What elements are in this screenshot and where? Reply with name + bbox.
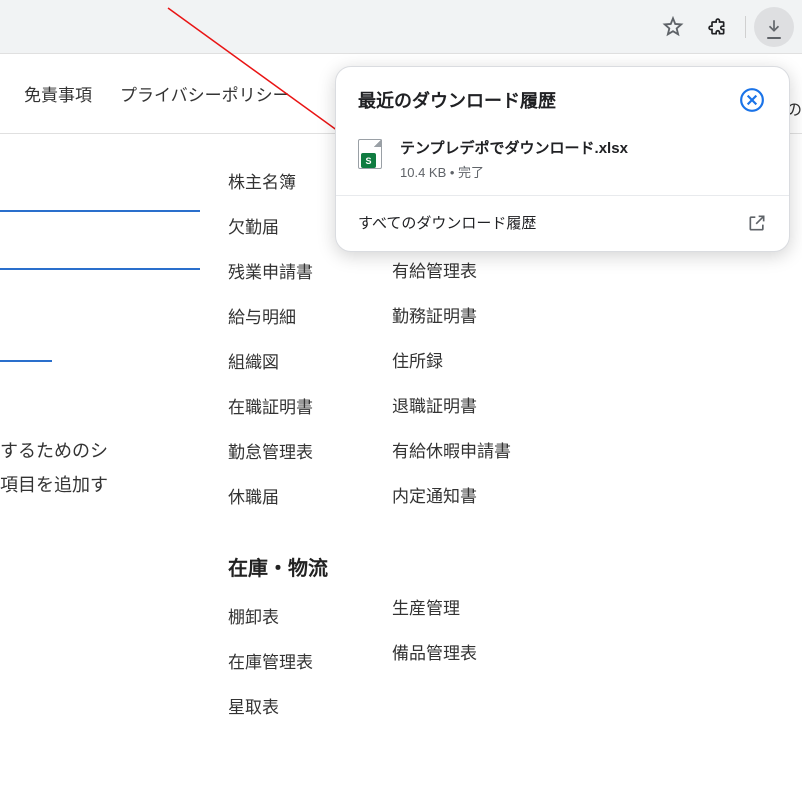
open-external-icon[interactable] [747,213,767,233]
left-fragment-column: するためのシ 項目を追加す [0,158,200,728]
link-paid-leave-request[interactable]: 有給休暇申請書 [392,427,511,472]
link-inventory-mgmt[interactable]: 在庫管理表 [228,638,328,683]
downloads-popup: 最近のダウンロード履歴 S テンプレデポでダウンロード.xlsx 10.4 KB… [335,66,790,252]
link-absence-report[interactable]: 欠勤届 [228,203,328,248]
downloads-popup-header: 最近のダウンロード履歴 [336,67,789,121]
link-employment-cert[interactable]: 在職証明書 [228,383,328,428]
link-shareholder-list[interactable]: 株主名簿 [228,158,328,203]
browser-toolbar [0,0,802,54]
download-size: 10.4 KB [400,165,446,180]
puzzle-icon [707,17,727,37]
link-equipment-mgmt[interactable]: 備品管理表 [392,629,511,674]
link-org-chart[interactable]: 組織図 [228,338,328,383]
link-hoshitori[interactable]: 星取表 [228,683,328,728]
link-offer-letter[interactable]: 内定通知書 [392,472,511,517]
link-stocktake[interactable]: 棚卸表 [228,593,328,638]
truncated-body-text: するためのシ 項目を追加す [0,434,200,502]
link-resignation-cert[interactable]: 退職証明書 [392,382,511,427]
link-attendance-sheet[interactable]: 勤怠管理表 [228,428,328,473]
downloads-popup-title: 最近のダウンロード履歴 [358,87,556,113]
fragment-line-2: 項目を追加す [0,468,200,502]
address-bar[interactable] [0,9,649,45]
fragment-line-1: するためのシ [0,434,200,468]
link-column-a: 株主名簿 欠勤届 残業申請書 給与明細 組織図 在職証明書 勤怠管理表 休職届 … [228,158,328,728]
xlsx-file-icon: S [358,139,384,171]
download-sep: • [446,165,458,180]
extensions-button[interactable] [697,7,737,47]
download-item[interactable]: S テンプレデポでダウンロード.xlsx 10.4 KB • 完了 [336,121,789,196]
link-overtime-request[interactable]: 残業申請書 [228,248,328,293]
nav-privacy-policy[interactable]: プライバシーポリシー [120,81,290,106]
download-item-body: テンプレデポでダウンロード.xlsx 10.4 KB • 完了 [400,137,767,181]
nav-disclaimer[interactable]: 免責事項 [24,81,92,106]
close-icon [739,87,765,113]
section-heading-inventory: 在庫・物流 [228,552,328,581]
link-paid-leave-sheet[interactable]: 有給管理表 [392,247,511,292]
downloads-footer[interactable]: すべてのダウンロード履歴 [336,196,789,251]
downloads-button[interactable] [754,7,794,47]
link-leave-request[interactable]: 休職届 [228,473,328,518]
toolbar-separator [745,16,746,38]
download-status: 完了 [458,165,484,180]
divider-blue-3 [0,360,52,362]
downloads-history-link[interactable]: すべてのダウンロード履歴 [358,212,536,233]
star-icon [662,16,684,38]
bookmark-star-button[interactable] [653,7,693,47]
download-icon [765,18,783,36]
download-filename: テンプレデポでダウンロード.xlsx [400,137,767,158]
download-meta: 10.4 KB • 完了 [400,162,767,181]
link-payslip[interactable]: 給与明細 [228,293,328,338]
downloads-close-button[interactable] [737,85,767,115]
link-address-book[interactable]: 住所録 [392,337,511,382]
link-work-cert[interactable]: 勤務証明書 [392,292,511,337]
link-production-mgmt[interactable]: 生産管理 [392,584,511,629]
